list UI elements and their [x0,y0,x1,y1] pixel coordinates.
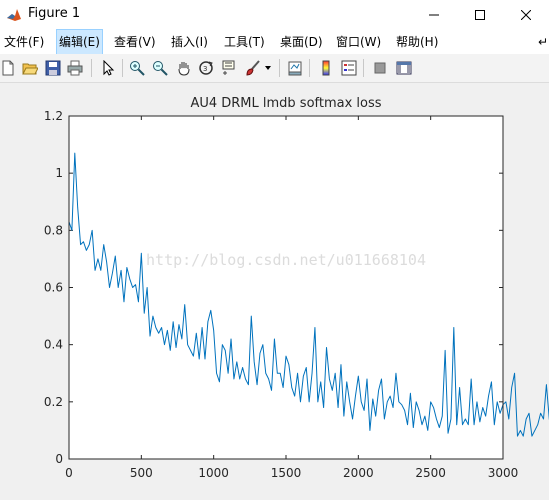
menu-view[interactable]: 查看(V) [112,30,158,54]
x-tick-label: 1000 [198,466,229,480]
zoom-out-icon[interactable] [150,58,170,78]
menu-overflow-icon[interactable]: ↵ [536,30,549,54]
pan-hand-icon[interactable] [174,58,194,78]
toolbar-separator [279,59,280,77]
matlab-logo-icon [6,7,22,23]
toolbar-separator [91,59,92,77]
rotate-3d-icon[interactable]: 3 [196,58,216,78]
axes-background [69,116,503,459]
maximize-icon [475,10,485,20]
figure-toolbar: 3 [0,54,549,83]
toolbar-separator [309,59,310,77]
y-tick-label: 0.4 [44,338,63,352]
menu-file[interactable]: 文件(F) [2,30,46,54]
toolbar-separator [122,59,123,77]
new-figure-icon[interactable] [0,58,18,78]
maximize-button[interactable] [457,0,503,30]
close-button[interactable] [503,0,549,30]
print-icon[interactable] [65,58,85,78]
menu-window[interactable]: 窗口(W) [334,30,383,54]
select-arrow-icon[interactable] [98,58,118,78]
close-icon [521,10,531,20]
x-tick-label: 3000 [488,466,519,480]
y-tick-label: 0.8 [44,223,63,237]
minimize-button[interactable] [411,0,457,30]
x-tick-label: 2000 [343,466,374,480]
menu-insert[interactable]: 插入(I) [169,30,210,54]
watermark-text: http://blog.csdn.net/u011668104 [146,251,426,269]
zoom-in-icon[interactable] [127,58,147,78]
menu-edit[interactable]: 编辑(E) [56,29,103,55]
hide-plot-tools-icon[interactable] [370,58,390,78]
show-plot-tools-icon[interactable] [394,58,414,78]
toolbar-separator [363,59,364,77]
colorbar-icon[interactable] [316,58,336,78]
y-tick-label: 0 [55,452,63,466]
svg-text:3: 3 [203,65,207,73]
menu-tools[interactable]: 工具(T) [222,30,267,54]
window-title: Figure 1 [28,6,81,21]
y-tick-label: 1.2 [44,109,63,123]
legend-icon[interactable] [339,58,359,78]
menu-bar: 文件(F) 编辑(E) 查看(V) 插入(I) 工具(T) 桌面(D) 窗口(W… [0,29,549,55]
y-tick-label: 1 [55,166,63,180]
menu-desktop[interactable]: 桌面(D) [278,30,325,54]
figure-canvas[interactable]: AU4 DRML lmdb softmax loss http://blog.c… [0,83,549,496]
menu-help[interactable]: 帮助(H) [394,30,440,54]
y-tick-label: 0.6 [44,281,63,295]
y-tick-label: 0.2 [44,395,63,409]
open-file-icon[interactable] [20,58,40,78]
save-icon[interactable] [43,58,63,78]
brush-dropdown-icon[interactable] [262,58,274,78]
link-plot-icon[interactable] [285,58,305,78]
x-tick-label: 500 [130,466,153,480]
minimize-icon [429,14,439,16]
x-tick-label: 0 [65,466,73,480]
brush-icon[interactable] [243,58,263,78]
chart-title: AU4 DRML lmdb softmax loss [190,96,381,111]
x-tick-label: 1500 [271,466,302,480]
plot-svg: AU4 DRML lmdb softmax loss http://blog.c… [44,96,549,480]
title-bar: Figure 1 [0,0,549,31]
data-cursor-icon[interactable] [219,58,239,78]
x-tick-label: 2500 [415,466,446,480]
